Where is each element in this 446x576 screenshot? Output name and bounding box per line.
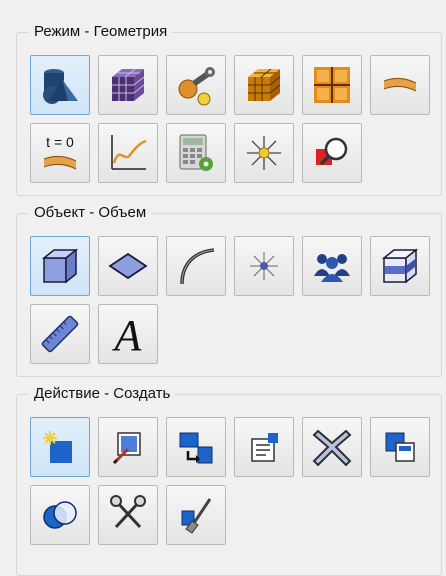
boolean-action-button[interactable] [30, 485, 90, 545]
surface-diamond-icon [108, 252, 148, 280]
light-mode-button[interactable] [234, 123, 294, 183]
action-group: Действие - Создать [16, 385, 442, 576]
svg-text:t = 0: t = 0 [46, 134, 74, 150]
delete-action-button[interactable] [302, 417, 362, 477]
mesh-mode-button[interactable] [98, 55, 158, 115]
broom-icon [181, 498, 212, 534]
object-group-title: Объект - Объем [29, 204, 152, 222]
text-object-button[interactable]: A [98, 304, 158, 364]
solve-mode-button[interactable] [234, 55, 294, 115]
group-object-button[interactable] [302, 236, 362, 296]
cube-volume-icon [41, 248, 79, 284]
initial-conditions-mode-button[interactable]: t = 0 [30, 123, 90, 183]
clean-action-button[interactable] [166, 485, 226, 545]
boundary-strip-icon [383, 77, 417, 92]
mode-group-title: Режим - Геометрия [29, 23, 173, 41]
plot-curve-icon [111, 135, 147, 170]
object-group: Объект - Объем A [16, 204, 442, 377]
edit-image-icon [112, 432, 141, 465]
point-object-button[interactable] [234, 236, 294, 296]
geometry-shapes-icon [43, 69, 78, 104]
boolean-circles-icon [43, 501, 77, 529]
layered-object-button[interactable] [370, 236, 430, 296]
zoom-mode-button[interactable] [302, 123, 362, 183]
properties-action-button[interactable] [234, 417, 294, 477]
grid-frame-icon [314, 67, 350, 103]
text-a-icon: A [112, 312, 143, 356]
measure-object-button[interactable] [30, 304, 90, 364]
scissors-icon [110, 495, 146, 529]
zoom-search-icon [316, 137, 348, 166]
grid-mode-button[interactable] [302, 55, 362, 115]
volume-object-button[interactable] [30, 236, 90, 296]
geometry-mode-button[interactable] [30, 55, 90, 115]
create-action-button[interactable] [30, 417, 90, 477]
svg-text:A: A [112, 312, 143, 356]
copy-action-button[interactable] [370, 417, 430, 477]
wrench-physics-icon [178, 67, 215, 106]
t-zero-icon: t = 0 [43, 134, 77, 170]
mesh-cube-icon [112, 68, 145, 101]
delete-x-icon [312, 429, 352, 467]
layered-cube-icon [381, 248, 419, 284]
surface-object-button[interactable] [98, 236, 158, 296]
edit-action-button[interactable] [98, 417, 158, 477]
calculator-mode-button[interactable] [166, 123, 226, 183]
plot-mode-button[interactable] [98, 123, 158, 183]
calculator-gear-icon [179, 134, 213, 171]
copy-squares-icon [385, 432, 415, 462]
boundary-mode-button[interactable] [370, 55, 430, 115]
curve-arc-icon [180, 248, 215, 285]
create-new-icon [43, 431, 72, 463]
physics-mode-button[interactable] [166, 55, 226, 115]
transform-action-button[interactable] [166, 417, 226, 477]
action-group-title: Действие - Создать [29, 385, 176, 403]
sun-ray-icon [247, 136, 281, 170]
mode-group: Режим - Геометрия t = 0 [16, 23, 442, 196]
cut-action-button[interactable] [98, 485, 158, 545]
point-star-icon [250, 252, 278, 280]
solver-cube-icon [248, 68, 281, 101]
ruler-icon [41, 315, 79, 353]
transform-arrow-icon [179, 432, 213, 464]
curve-object-button[interactable] [166, 236, 226, 296]
people-group-icon [314, 254, 350, 282]
properties-card-icon [251, 433, 278, 462]
